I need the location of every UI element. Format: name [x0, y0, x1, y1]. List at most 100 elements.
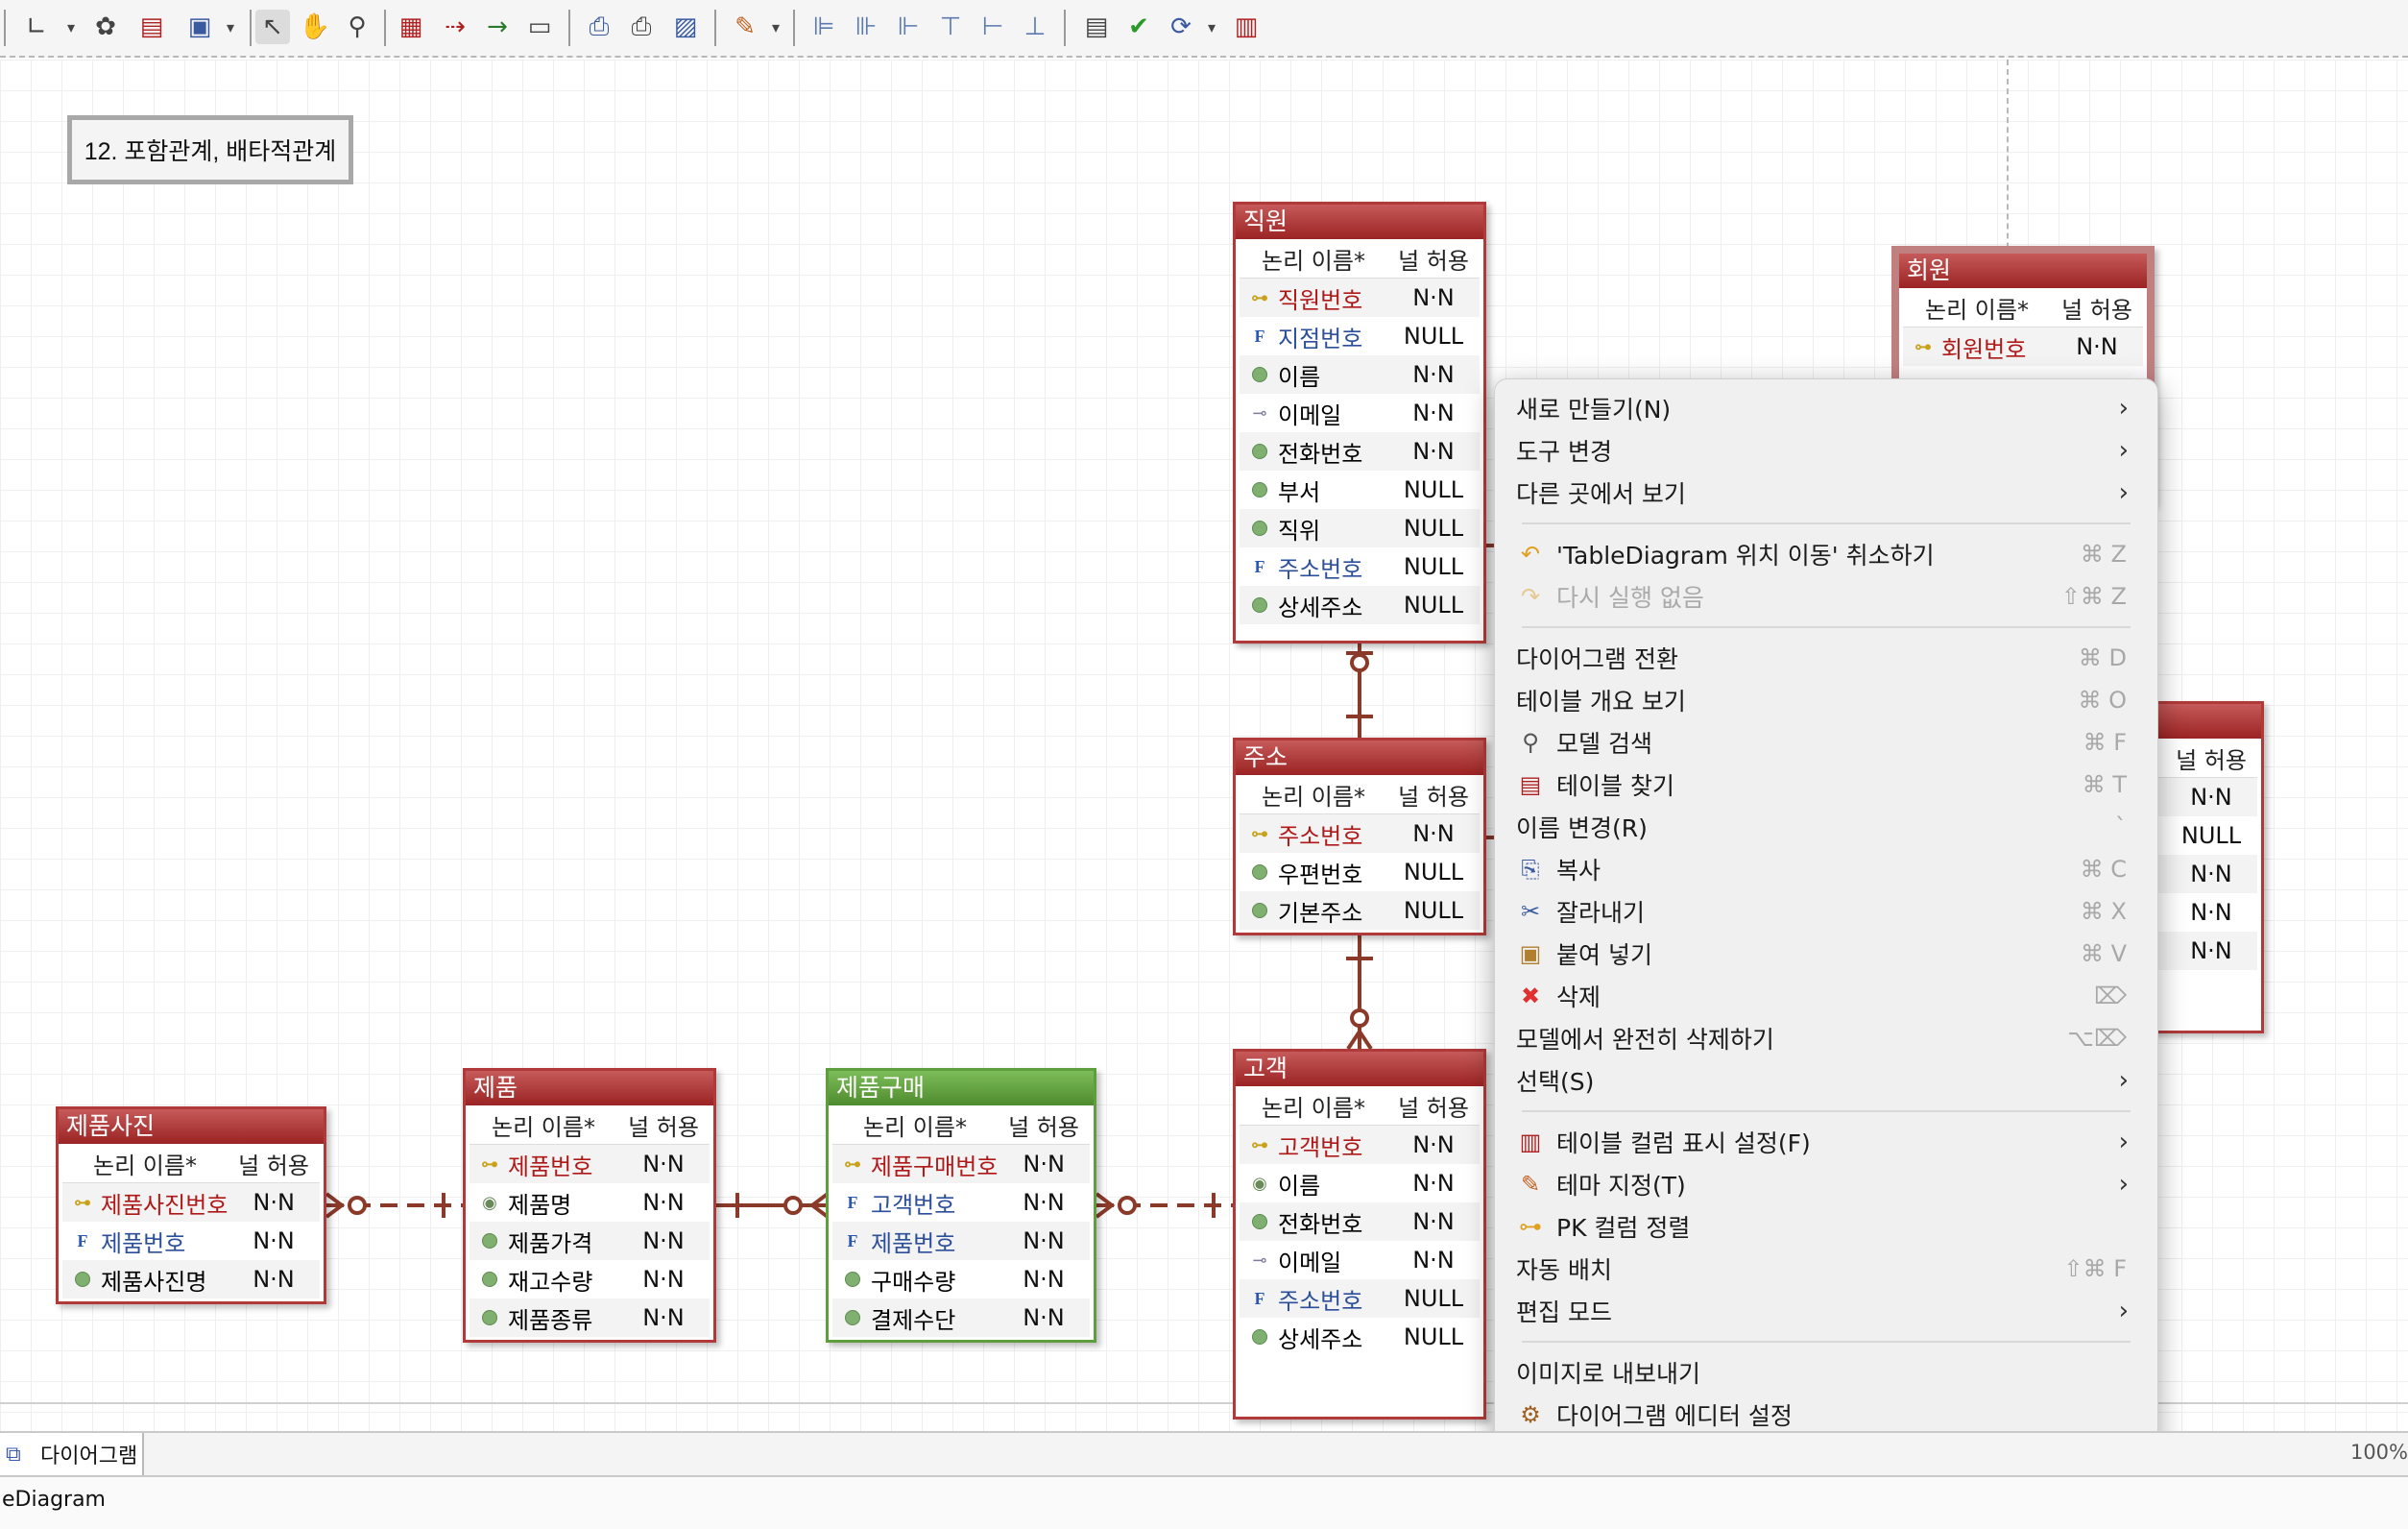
menu-item[interactable]: ⎘ 복사 ⌘ C [1495, 848, 2157, 890]
column-nullable: NULL [1403, 859, 1464, 886]
menu-item[interactable]: 도구 변경 › [1495, 429, 2157, 472]
zoom-icon[interactable]: ⚲ [340, 10, 374, 44]
align-right-icon[interactable]: ⊩ [891, 10, 926, 44]
table-row[interactable]: ⊶ 직원번호 N·N [1240, 279, 1480, 317]
table-row[interactable]: ⊸ 이메일 N·N [1240, 394, 1480, 432]
chevron-down-icon[interactable]: ▾ [213, 10, 248, 44]
table-title[interactable]: 주소 [1236, 740, 1483, 775]
table-row[interactable]: ⊶ 고객번호 N·N [1240, 1126, 1480, 1164]
align-left-icon[interactable]: ⊫ [807, 10, 841, 44]
table-row[interactable]: ⊶ 회원번호 N·N [1903, 328, 2143, 366]
table-row[interactable]: F 주소번호 NULL [1240, 1279, 1480, 1318]
menu-item[interactable]: 테이블 개요 보기 ⌘ O [1495, 679, 2157, 721]
palette-tool-icon[interactable]: ✿ [88, 10, 123, 44]
chevron-down-icon[interactable]: ▾ [759, 10, 793, 44]
table-title[interactable]: 회원 [1899, 254, 2147, 288]
menu-item[interactable]: ⊶ PK 컬럼 정렬 [1495, 1205, 2157, 1248]
print-icon[interactable]: ⎙ [624, 10, 659, 44]
menu-item[interactable]: ⚲ 모델 검색 ⌘ F [1495, 721, 2157, 764]
table-tool-icon[interactable]: ▤ [134, 10, 169, 44]
table-title[interactable]: 고객 [1236, 1052, 1483, 1086]
table-row[interactable]: ⊶ 제품구매번호 N·N [832, 1145, 1090, 1183]
table-row[interactable]: F 제품번호 N·N [832, 1222, 1090, 1260]
table-rows: ⊶ 제품사진번호 N·N F 제품번호 N·N 제품사진명 N·N [59, 1183, 324, 1298]
menu-item[interactable]: ▤ 테이블 찾기 ⌘ T [1495, 764, 2157, 806]
table-row[interactable]: ⊶ 주소번호 N·N [1240, 814, 1480, 853]
table-jepumsajin[interactable]: 제품사진 논리 이름* 널 허용 ⊶ 제품사진번호 N·N F 제품번호 N·N 제품사진명 N… [56, 1106, 326, 1304]
menu-item[interactable]: ⚙ 다이어그램 에디터 설정 [1495, 1394, 2157, 1436]
menu-item[interactable]: ▥ 테이블 컬럼 표시 설정(F) › [1495, 1121, 2157, 1163]
align-top-icon[interactable]: ⊤ [933, 10, 968, 44]
report-icon[interactable]: ▥ [1229, 10, 1264, 44]
table-row[interactable]: 전화번호 N·N [1240, 1202, 1480, 1241]
validate-icon[interactable]: ✔ [1121, 10, 1156, 44]
table-title[interactable]: 제품구매 [829, 1071, 1094, 1105]
comment-icon[interactable]: ▭ [522, 10, 557, 44]
align-center-icon[interactable]: ⊪ [849, 10, 883, 44]
table-row[interactable]: 제품사진명 N·N [62, 1260, 320, 1298]
table-row[interactable]: 제품종류 N·N [470, 1298, 710, 1337]
table-row[interactable]: 결제수단 N·N [832, 1298, 1090, 1337]
table-jepumgumae[interactable]: 제품구매 논리 이름* 널 허용 ⊶ 제품구매번호 N·N F 고객번호 N·N F 제품번호 N… [826, 1068, 1096, 1343]
table-row[interactable]: 이름 N·N [1240, 355, 1480, 394]
table-row[interactable]: F 지점번호 NULL [1240, 317, 1480, 355]
new-table-icon[interactable]: ▦ [394, 10, 428, 44]
table-row[interactable]: 직위 NULL [1240, 509, 1480, 547]
table-row[interactable]: 재고수량 N·N [470, 1260, 710, 1298]
table-row[interactable]: ⊶ 제품사진번호 N·N [62, 1183, 320, 1222]
relation-identifying-icon[interactable]: → [480, 10, 515, 44]
menu-item[interactable]: 새로 만들기(N) › [1495, 387, 2157, 429]
table-row[interactable]: 제품가격 N·N [470, 1222, 710, 1260]
page-icon[interactable]: ▣ [182, 10, 217, 44]
relation-nonidentifying-icon[interactable]: ⇢ [438, 10, 472, 44]
layout-icon[interactable]: ∟ [19, 10, 54, 44]
table-row[interactable]: 상세주소 NULL [1240, 586, 1480, 624]
table-row[interactable]: 전화번호 N·N [1240, 432, 1480, 471]
table-row[interactable]: F 고객번호 N·N [832, 1183, 1090, 1222]
table-row[interactable]: 구매수량 N·N [832, 1260, 1090, 1298]
table-row[interactable]: 상세주소 NULL [1240, 1318, 1480, 1356]
pointer-icon[interactable]: ↖ [255, 10, 290, 44]
table-juso[interactable]: 주소 논리 이름* 널 허용 ⊶ 주소번호 N·N 우편번호 NULL 기본주소 NULL [1233, 738, 1486, 935]
image-icon[interactable]: ▨ [668, 10, 703, 44]
menu-item[interactable]: 다이어그램 전환 ⌘ D [1495, 637, 2157, 679]
table-row[interactable]: F 제품번호 N·N [62, 1222, 320, 1260]
chevron-down-icon[interactable]: ▾ [1194, 10, 1229, 44]
table-row[interactable]: ◉ 제품명 N·N [470, 1183, 710, 1222]
tab-diagram[interactable]: ⧉ 다이어그램 [0, 1433, 144, 1475]
sync-icon[interactable]: ⟳ [1164, 10, 1198, 44]
table-row[interactable]: ◉ 이름 N·N [1240, 1164, 1480, 1202]
menu-item[interactable]: ✖ 삭제 ⌦ [1495, 975, 2157, 1017]
table-jigwon[interactable]: 직원 논리 이름* 널 허용 ⊶ 직원번호 N·N F 지점번호 NULL 이름 N·N ⊸ 이메일… [1233, 202, 1486, 643]
chevron-down-icon[interactable]: ▾ [54, 10, 88, 44]
menu-item[interactable]: ↶ 'TableDiagram 위치 이동' 취소하기 ⌘ Z [1495, 533, 2157, 575]
table-row[interactable]: 기본주소 NULL [1240, 891, 1480, 930]
column-nullable: N·N [1023, 1189, 1065, 1216]
hand-icon[interactable]: ✋ [298, 10, 332, 44]
table-title[interactable]: 직원 [1236, 205, 1483, 239]
menu-item[interactable]: 자동 배치 ⇧⌘ F [1495, 1248, 2157, 1290]
document-icon[interactable]: ▤ [1079, 10, 1114, 44]
theme-icon[interactable]: ✎ [728, 10, 762, 44]
table-row[interactable]: F 주소번호 NULL [1240, 547, 1480, 586]
table-row[interactable]: ⊸ 이메일 N·N [1240, 1241, 1480, 1279]
table-row[interactable]: 부서 NULL [1240, 471, 1480, 509]
menu-item[interactable]: 선택(S) › [1495, 1059, 2157, 1102]
align-middle-icon[interactable]: ⊢ [975, 10, 1010, 44]
align-bottom-icon[interactable]: ⊥ [1018, 10, 1052, 44]
table-row[interactable]: 우편번호 NULL [1240, 853, 1480, 891]
table-row[interactable]: ⊶ 제품번호 N·N [470, 1145, 710, 1183]
menu-item[interactable]: 편집 모드 › [1495, 1290, 2157, 1332]
table-gogaek[interactable]: 고객 논리 이름* 널 허용 ⊶ 고객번호 N·N ◉ 이름 N·N 전화번호 N·N ⊸ 이메일 N… [1233, 1049, 1486, 1420]
menu-item[interactable]: 모델에서 완전히 삭제하기 ⌥⌦ [1495, 1017, 2157, 1059]
menu-item[interactable]: 이미지로 내보내기 [1495, 1351, 2157, 1394]
table-title[interactable]: 제품사진 [59, 1109, 324, 1144]
table-jepum[interactable]: 제품 논리 이름* 널 허용 ⊶ 제품번호 N·N ◉ 제품명 N·N 제품가격 N·N 재고수량… [463, 1068, 716, 1343]
menu-item[interactable]: 다른 곳에서 보기 › [1495, 472, 2157, 514]
menu-item[interactable]: ✎ 테마 지정(T) › [1495, 1163, 2157, 1205]
table-title[interactable]: 제품 [466, 1071, 713, 1105]
menu-item[interactable]: ▣ 붙여 넣기 ⌘ V [1495, 933, 2157, 975]
menu-item[interactable]: 이름 변경(R) ` [1495, 806, 2157, 848]
print-preview-icon[interactable]: ⎙ [582, 10, 616, 44]
menu-item[interactable]: ✂ 잘라내기 ⌘ X [1495, 890, 2157, 933]
